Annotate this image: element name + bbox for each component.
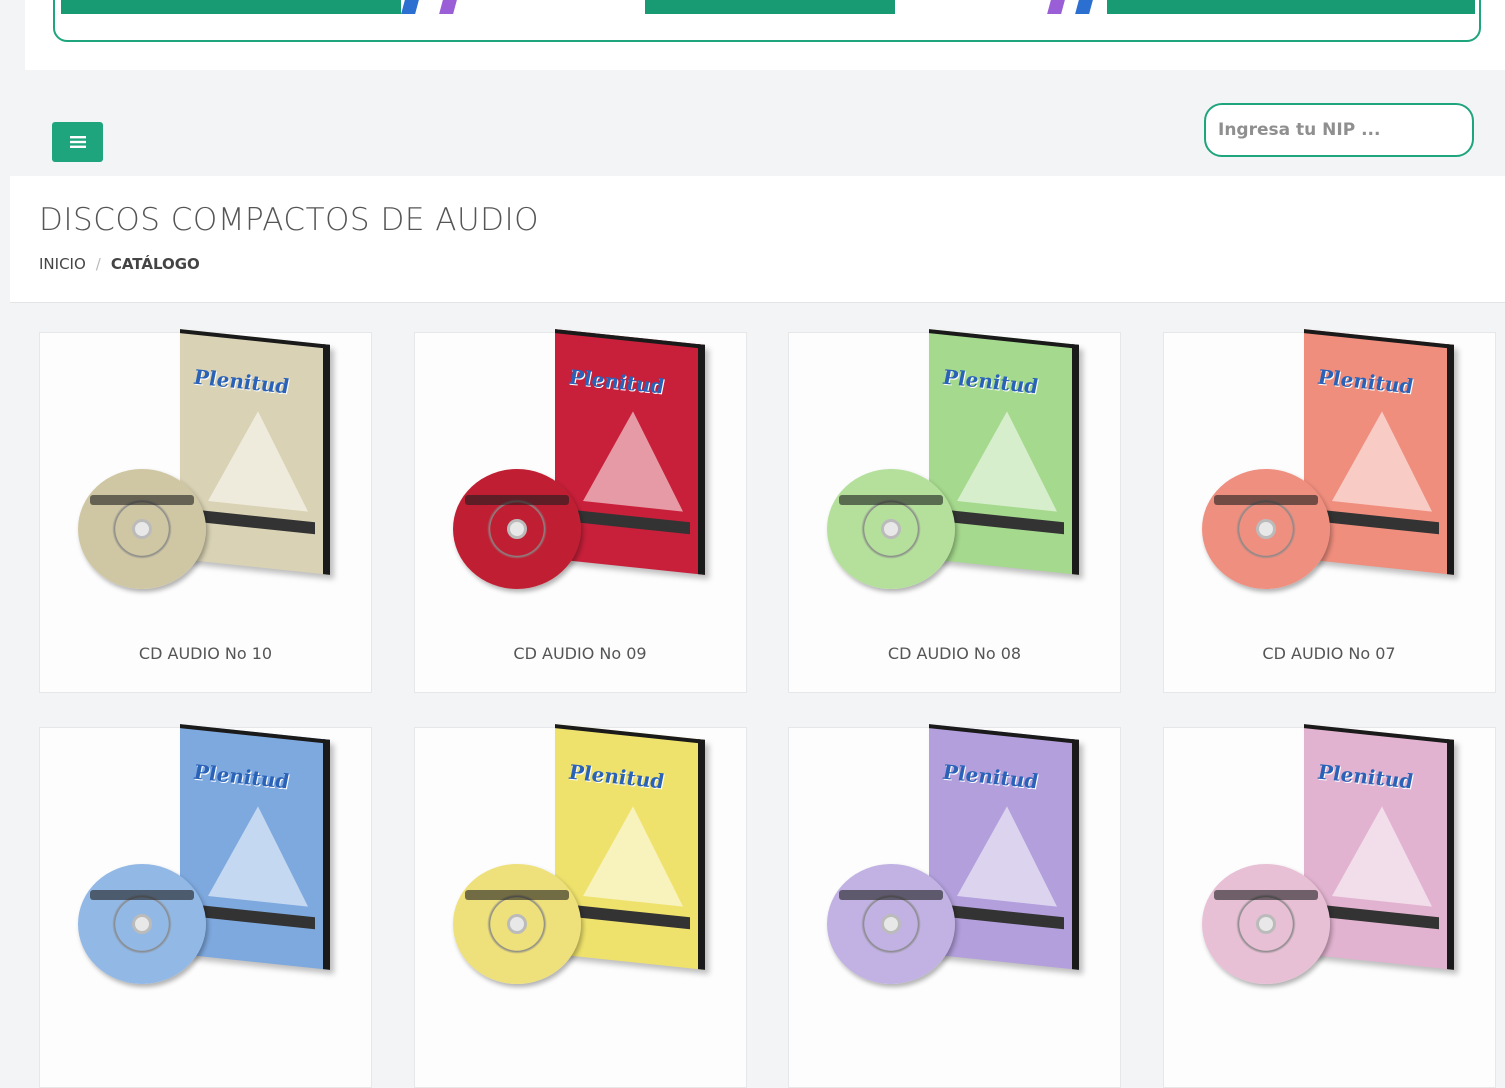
disc-hole (506, 914, 527, 934)
cd-disc (78, 864, 206, 984)
disc-hole (1255, 914, 1276, 934)
hamburger-icon (69, 136, 86, 148)
product-card[interactable]: Plenitud (1162, 724, 1496, 1088)
disc-label (1213, 890, 1318, 900)
case-triangle (1331, 801, 1432, 907)
case-brand: Plenitud (943, 759, 1039, 794)
banner-accent (439, 0, 457, 14)
breadcrumb-home-link[interactable]: INICIO (39, 255, 86, 273)
case-brand: Plenitud (194, 364, 290, 399)
case-strip (939, 904, 1064, 930)
cd-disc (452, 469, 581, 589)
case-brand: Plenitud (568, 759, 664, 794)
case-strip (190, 509, 315, 535)
disc-label (90, 495, 194, 505)
breadcrumb: INICIO / CATÁLOGO (39, 255, 200, 273)
case-brand: Plenitud (943, 364, 1039, 399)
case-brand: Plenitud (568, 364, 664, 399)
case-brand: Plenitud (1317, 364, 1413, 399)
case-strip (939, 509, 1064, 535)
product-image[interactable]: Plenitud (789, 724, 1120, 998)
case-brand: Plenitud (1317, 759, 1413, 794)
banner-area (25, 0, 1505, 70)
case-triangle (1331, 406, 1432, 512)
product-image[interactable]: Plenitud (789, 329, 1120, 603)
disc-label (839, 495, 943, 505)
disc-label (464, 890, 569, 900)
case-strip (564, 509, 690, 535)
product-card[interactable]: Plenitud CD AUDIO No 09 (413, 329, 747, 693)
cd-disc (827, 469, 955, 589)
case-strip (1313, 509, 1439, 535)
product-name[interactable]: CD AUDIO No 07 (1164, 644, 1495, 663)
cd-disc (78, 469, 206, 589)
case-brand: Plenitud (194, 759, 290, 794)
product-card[interactable]: Plenitud (413, 724, 747, 1088)
disc-label (839, 890, 943, 900)
case-triangle (208, 406, 308, 512)
product-image[interactable]: Plenitud (415, 329, 746, 603)
case-strip (190, 904, 315, 930)
banner-accent (401, 0, 419, 14)
menu-toggle-button[interactable] (52, 122, 103, 162)
product-name[interactable]: CD AUDIO No 10 (40, 644, 371, 663)
case-triangle (957, 406, 1057, 512)
product-card[interactable]: Plenitud (788, 724, 1121, 1088)
case-triangle (582, 406, 683, 512)
product-card[interactable]: Plenitud CD AUDIO No 07 (1162, 329, 1496, 693)
disc-hole (1255, 519, 1276, 539)
page-header: DISCOS COMPACTOS DE AUDIO INICIO / CATÁLOG… (10, 176, 1505, 303)
banner-accent (1075, 0, 1093, 14)
banner-bar-center (645, 0, 895, 14)
product-image[interactable]: Plenitud (40, 329, 371, 603)
product-card[interactable]: Plenitud CD AUDIO No 08 (788, 329, 1121, 693)
disc-hole (506, 519, 527, 539)
product-image[interactable]: Plenitud (1164, 724, 1495, 998)
cd-disc (827, 864, 955, 984)
product-image[interactable]: Plenitud (1164, 329, 1495, 603)
site-banner (53, 0, 1481, 42)
disc-hole (132, 519, 152, 539)
product-name[interactable]: CD AUDIO No 09 (415, 644, 746, 663)
banner-bar-left (61, 0, 401, 14)
product-image[interactable]: Plenitud (40, 724, 371, 998)
product-image[interactable]: Plenitud (415, 724, 746, 998)
case-strip (1313, 904, 1439, 930)
case-triangle (582, 801, 683, 907)
case-strip (564, 904, 690, 930)
top-bar (10, 70, 1505, 176)
case-triangle (208, 801, 308, 907)
product-card[interactable]: Plenitud (39, 724, 372, 1088)
cd-disc (1201, 864, 1330, 984)
nip-input[interactable] (1204, 103, 1474, 157)
case-triangle (957, 801, 1057, 907)
disc-hole (881, 519, 901, 539)
product-card[interactable]: Plenitud CD AUDIO No 10 (39, 329, 372, 693)
banner-accent (1047, 0, 1065, 14)
product-name[interactable]: CD AUDIO No 08 (789, 644, 1120, 663)
disc-label (464, 495, 569, 505)
disc-label (1213, 495, 1318, 505)
breadcrumb-separator: / (95, 255, 101, 273)
breadcrumb-current: CATÁLOGO (110, 255, 200, 273)
disc-label (90, 890, 194, 900)
cd-disc (1201, 469, 1330, 589)
cd-disc (452, 864, 581, 984)
banner-bar-right (1107, 0, 1475, 14)
page-title: DISCOS COMPACTOS DE AUDIO (39, 202, 540, 238)
disc-hole (881, 914, 901, 934)
disc-hole (132, 914, 152, 934)
